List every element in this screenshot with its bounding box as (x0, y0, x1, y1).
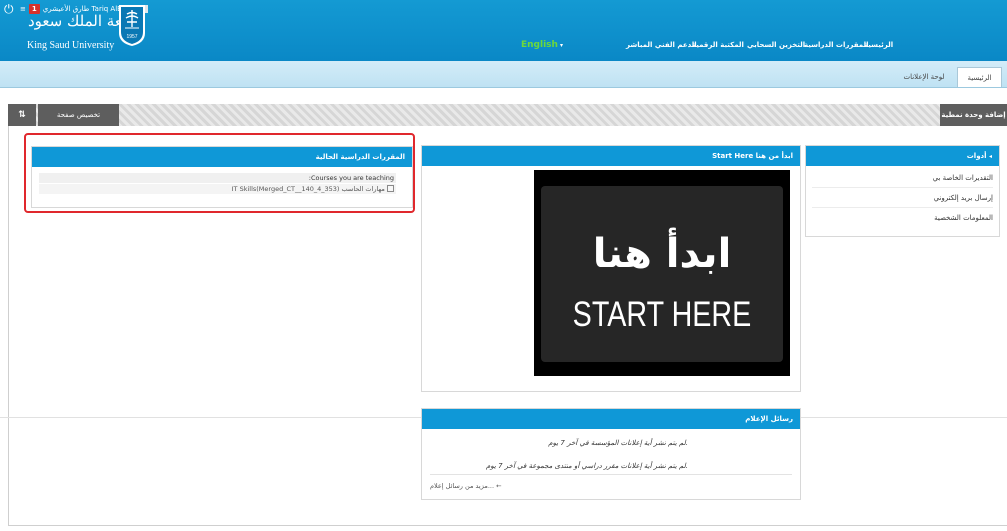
start-here-image[interactable]: ابدأ هنا START HERE (534, 170, 790, 376)
document-icon (387, 185, 394, 192)
tool-link-my-grades[interactable]: التقديرات الخاصة بي (812, 168, 993, 188)
start-here-module: Start Here ابدأ من هنا ابدأ هنا START HE… (421, 145, 801, 392)
tab-home[interactable]: الرئيسية (957, 67, 1002, 87)
course-list: :Courses you are teaching IT Skills(Merg… (39, 173, 396, 195)
more-announcements-link[interactable]: مزيد من رسائل إعلام... ← (430, 482, 502, 490)
customize-page-button[interactable]: تخصيص صفحة (38, 104, 119, 126)
announcements-module-title[interactable]: رسائل الإعلام (422, 409, 800, 429)
course-list-item[interactable]: IT Skills(Merged_CT__140_4_353) مهارات ا… (39, 184, 396, 195)
menu-icon[interactable]: ≡ (20, 4, 26, 14)
page-toolbar: ⇅ تخصيص صفحة إضافة وحدة نمطية (8, 104, 1007, 126)
course-link[interactable]: IT Skills(Merged_CT__140_4_353) مهارات ا… (232, 185, 385, 193)
main-nav: الرئيسية المقررات الدراسية التخزين السحا… (0, 40, 1007, 55)
start-here-arabic-text: ابدأ هنا (592, 231, 732, 277)
tools-list: التقديرات الخاصة بي إرسال بريد إلكتروني … (812, 168, 993, 228)
current-courses-module: المقررات الدراسية الحالية :Courses you a… (31, 146, 413, 208)
start-here-english-text: START HERE (572, 295, 752, 334)
add-module-button[interactable]: إضافة وحدة نمطية (940, 104, 1007, 126)
sort-icon: ⇅ (18, 110, 26, 120)
start-here-title[interactable]: Start Here ابدأ من هنا (422, 146, 800, 166)
nav-english[interactable]: English ▾ (521, 40, 563, 50)
announcement-message-course: لم يتم نشر أية إعلانات مقرر دراسي أو منت… (485, 462, 688, 470)
announcement-message-institution: لم يتم نشر أية إعلانات المؤسسة في آخر 7 … (548, 439, 688, 447)
nav-live-support[interactable]: الدعم الفني المباشر (626, 41, 697, 49)
tools-module-title[interactable]: أدوات ◂ (806, 146, 999, 166)
start-here-panel: ابدأ هنا START HERE (541, 186, 783, 362)
tool-link-personal-info[interactable]: المعلومات الشخصية (812, 208, 993, 228)
divider (430, 474, 792, 475)
announcements-module: رسائل الإعلام لم يتم نشر أية إعلانات الم… (421, 408, 801, 500)
tool-link-send-email[interactable]: إرسال بريد إلكتروني (812, 188, 993, 208)
tools-title-label: أدوات (966, 152, 987, 160)
courses-module-title[interactable]: المقررات الدراسية الحالية (32, 147, 412, 167)
tab-announcements[interactable]: لوحة الإعلانات (895, 67, 953, 87)
power-icon[interactable]: ⏻ (4, 3, 14, 15)
emblem-year: 1957 (126, 34, 137, 40)
tools-module: أدوات ◂ التقديرات الخاصة بي إرسال بريد إ… (805, 145, 1000, 237)
nav-cloud-storage[interactable]: التخزين السحابي (747, 41, 805, 49)
top-header: ⏻ ≡ 1 طارق الأعيشري Tariq AlBishri جامعة… (0, 0, 1007, 61)
tab-bar: الرئيسية لوحة الإعلانات (0, 61, 1007, 88)
nav-english-label[interactable]: English (521, 40, 558, 50)
chevron-down-icon: ▾ (557, 42, 564, 49)
courses-teaching-label: :Courses you are teaching (39, 173, 396, 184)
nav-digital-library[interactable]: المكتبة الرقمية (692, 41, 744, 49)
nav-courses[interactable]: المقررات الدراسية (804, 41, 869, 49)
collapse-arrow-icon[interactable]: ◂ (989, 153, 992, 160)
reorder-button[interactable]: ⇅ (8, 104, 36, 126)
